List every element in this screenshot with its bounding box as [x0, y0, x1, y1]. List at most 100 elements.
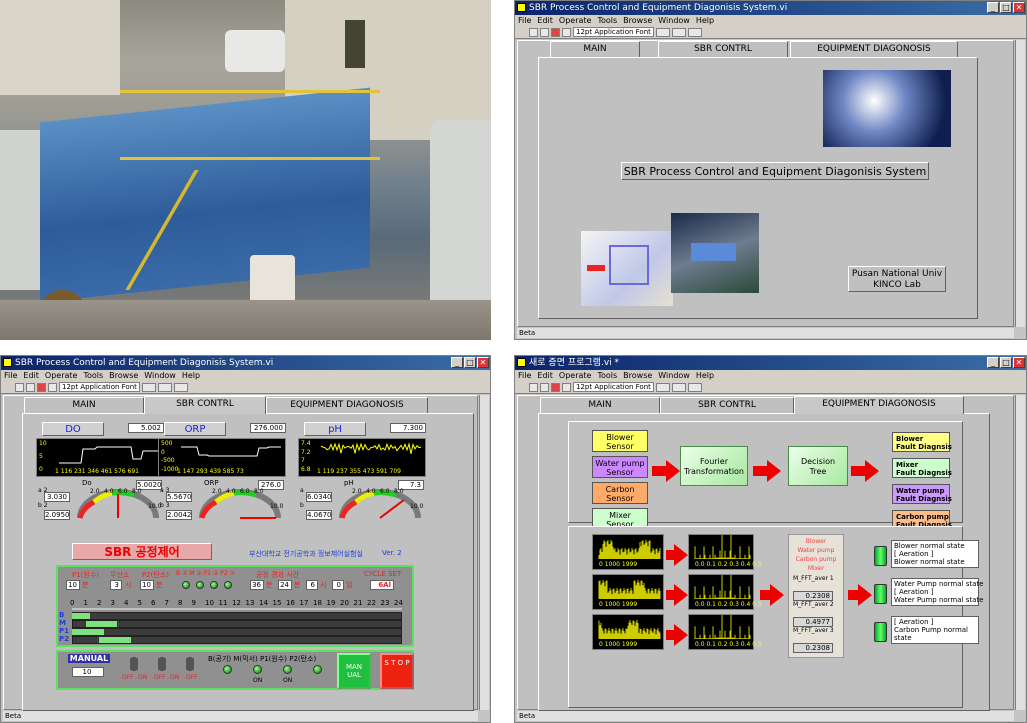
menu-edit[interactable]: Edit	[537, 15, 553, 26]
p2-input[interactable]: 10	[140, 580, 154, 590]
coef-a-input[interactable]: 3.030	[44, 492, 70, 502]
axis-tick: 7.4	[301, 440, 311, 447]
menu-window[interactable]: Window	[144, 370, 176, 381]
run-continuous-icon[interactable]	[540, 27, 549, 37]
menu-help[interactable]: Help	[182, 370, 200, 381]
run-arrow-icon[interactable]	[529, 27, 538, 37]
align-icon[interactable]	[655, 382, 670, 392]
tab-sbr-contrl[interactable]: SBR CONTRL	[660, 397, 794, 413]
menu-file[interactable]: File	[518, 15, 531, 26]
run-arrow-icon[interactable]	[529, 382, 538, 392]
coef-b-input[interactable]: 2.0042	[166, 510, 192, 520]
menu-window[interactable]: Window	[658, 370, 690, 381]
tab-equipment-diagonosis[interactable]: EQUIPMENT DIAGONOSIS	[794, 396, 964, 414]
pause-icon[interactable]	[562, 27, 571, 37]
menu-tools[interactable]: Tools	[83, 370, 103, 381]
manual-button[interactable]: MAN UAL	[337, 653, 371, 689]
abort-icon[interactable]	[551, 382, 560, 392]
x-axis-ticks: 0.0 0.1 0.2 0.3 0.4 0.5	[695, 641, 762, 648]
tab-main[interactable]: MAIN	[24, 397, 144, 413]
menu-help[interactable]: Help	[696, 15, 714, 26]
hour-tick: 8	[178, 599, 183, 607]
align-icon[interactable]	[141, 382, 156, 392]
reorder-icon[interactable]	[687, 382, 702, 392]
font-select[interactable]: 12pt Application Font	[573, 382, 654, 392]
gauge-tick: 4.0	[226, 488, 236, 495]
distribute-icon[interactable]	[157, 382, 172, 392]
run-continuous-icon[interactable]	[540, 382, 549, 392]
minimize-button[interactable]: _	[987, 357, 999, 368]
toggle-switch[interactable]	[158, 657, 166, 671]
menu-tools[interactable]: Tools	[597, 15, 617, 26]
tab-sbr-contrl[interactable]: SBR CONTRL	[144, 396, 266, 414]
signal-trace	[598, 540, 661, 559]
menu-help[interactable]: Help	[696, 370, 714, 381]
vertical-scrollbar[interactable]	[479, 395, 489, 710]
align-icon[interactable]	[655, 27, 670, 37]
cycle-set-select[interactable]: 6Al	[370, 580, 394, 590]
tab-equipment-diagonosis[interactable]: EQUIPMENT DIAGONOSIS	[790, 41, 958, 57]
vertical-scrollbar[interactable]	[1015, 395, 1025, 710]
fft-trace	[694, 533, 751, 559]
menu-operate[interactable]: Operate	[559, 370, 592, 381]
menu-browse[interactable]: Browse	[109, 370, 138, 381]
lamp-led	[283, 665, 292, 674]
front-panel: MAIN SBR CONTRL EQUIPMENT DIAGONOSIS SBR…	[517, 40, 1014, 327]
maximize-button[interactable]: □	[464, 357, 476, 368]
menu-tools[interactable]: Tools	[597, 370, 617, 381]
labview-icon	[517, 358, 526, 367]
coef-a-input[interactable]: 6.0340	[306, 492, 332, 502]
menu-edit[interactable]: Edit	[537, 370, 553, 381]
p1-input[interactable]: 10	[66, 580, 80, 590]
coef-a-input[interactable]: 5.5670	[166, 492, 192, 502]
maximize-button[interactable]: □	[1000, 357, 1012, 368]
distribute-icon[interactable]	[671, 27, 686, 37]
process-diagram-image	[581, 231, 673, 306]
font-select[interactable]: 12pt Application Font	[573, 27, 654, 37]
menu-file[interactable]: File	[518, 370, 531, 381]
manual-value[interactable]: 10	[72, 667, 104, 677]
tab-main[interactable]: MAIN	[540, 397, 660, 413]
axis-tick: 6.8	[301, 466, 311, 473]
anoxic-input[interactable]: 3	[110, 580, 122, 590]
coef-b-input[interactable]: 4.0670	[306, 510, 332, 520]
minimize-button[interactable]: _	[987, 2, 999, 13]
reorder-icon[interactable]	[173, 382, 188, 392]
process-title: SBR 공정제어	[72, 543, 212, 560]
mfft-value: 0.4977	[793, 617, 833, 627]
menu-window[interactable]: Window	[658, 15, 690, 26]
pause-icon[interactable]	[48, 382, 57, 392]
stop-button[interactable]: S T O P	[380, 653, 414, 689]
close-button[interactable]: ✕	[477, 357, 489, 368]
coef-b-input[interactable]: 2.0950	[44, 510, 70, 520]
ground	[0, 300, 491, 340]
menu-operate[interactable]: Operate	[559, 15, 592, 26]
run-continuous-icon[interactable]	[26, 382, 35, 392]
tab-sbr-contrl[interactable]: SBR CONTRL	[658, 41, 788, 57]
cycle-set-label: CYCLE SET	[364, 570, 402, 578]
hour-tick: 23	[380, 599, 390, 607]
reorder-icon[interactable]	[687, 27, 702, 37]
maximize-button[interactable]: □	[1000, 2, 1012, 13]
tab-equipment-diagonosis[interactable]: EQUIPMENT DIAGONOSIS	[266, 397, 428, 413]
menu-file[interactable]: File	[4, 370, 17, 381]
pause-icon[interactable]	[562, 382, 571, 392]
vertical-scrollbar[interactable]	[1015, 40, 1025, 327]
distribute-icon[interactable]	[671, 382, 686, 392]
run-arrow-icon[interactable]	[15, 382, 24, 392]
toggle-switch[interactable]	[186, 657, 194, 671]
menu-operate[interactable]: Operate	[45, 370, 78, 381]
toggle-switch[interactable]	[130, 657, 138, 671]
menu-edit[interactable]: Edit	[23, 370, 39, 381]
close-button[interactable]: ✕	[1013, 357, 1025, 368]
hour-tick: 19	[326, 599, 336, 607]
timeline-slider-track[interactable]	[72, 608, 402, 610]
close-button[interactable]: ✕	[1013, 2, 1025, 13]
menu-browse[interactable]: Browse	[623, 370, 652, 381]
minimize-button[interactable]: _	[451, 357, 463, 368]
abort-icon[interactable]	[37, 382, 46, 392]
font-select[interactable]: 12pt Application Font	[59, 382, 140, 392]
abort-icon[interactable]	[551, 27, 560, 37]
tab-main[interactable]: MAIN	[550, 41, 640, 57]
menu-browse[interactable]: Browse	[623, 15, 652, 26]
